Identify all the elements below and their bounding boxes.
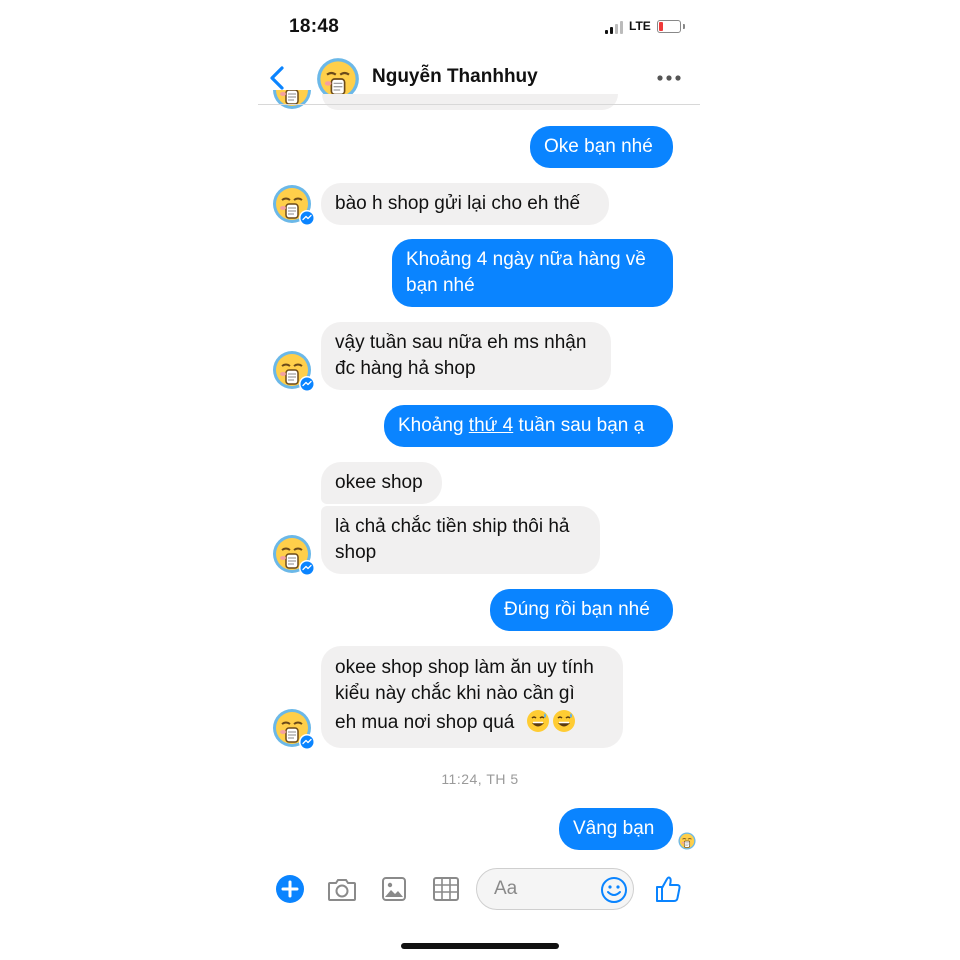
message-input-placeholder: Aa	[494, 878, 518, 899]
messenger-badge-icon	[299, 734, 315, 750]
more-dots-icon[interactable]	[655, 68, 683, 88]
home-indicator[interactable]	[401, 943, 559, 949]
signal-icon	[605, 20, 627, 34]
messenger-badge-icon	[299, 560, 315, 576]
camera-icon[interactable]	[327, 876, 357, 902]
plus-icon[interactable]	[276, 875, 304, 903]
message-bubble-outgoing[interactable]: Oke bạn nhé	[530, 126, 673, 168]
status-time: 18:48	[289, 16, 340, 37]
sweat-smile-emoji-icon	[526, 709, 550, 733]
sticker-grid-icon[interactable]	[432, 876, 460, 902]
photo-icon[interactable]	[381, 876, 407, 902]
date-link[interactable]: thứ 4	[469, 415, 513, 436]
header-divider	[258, 104, 700, 105]
messenger-badge-icon	[299, 210, 315, 226]
like-thumb-icon[interactable]	[654, 874, 682, 904]
message-bubble-incoming[interactable]: okee shop	[321, 462, 442, 504]
battery-icon	[657, 20, 685, 33]
seen-avatar	[678, 832, 696, 850]
message-bubble-incoming[interactable]: vậy tuần sau nữa eh ms nhận đc hàng hả s…	[321, 322, 611, 390]
message-timestamp: 11:24, TH 5	[441, 771, 519, 787]
message-bubble-outgoing[interactable]: Vâng bạn	[559, 808, 673, 850]
message-bubble-outgoing[interactable]: Đúng rồi bạn nhé	[490, 589, 673, 631]
contact-name[interactable]: Nguyễn Thanhhuy	[372, 66, 538, 88]
sweat-smile-emoji-icon	[552, 709, 576, 733]
message-bubble-outgoing[interactable]: Khoảng thứ 4 tuần sau bạn ạ	[384, 405, 673, 447]
message-bubble-incoming[interactable]: là chả chắc tiền ship thôi hả shop	[321, 506, 600, 574]
emoji-icon[interactable]	[600, 876, 628, 904]
previous-message-bubble	[322, 94, 618, 110]
message-bubble-incoming[interactable]: okee shop shop làm ăn uy tính kiểu này c…	[321, 646, 623, 748]
messenger-badge-icon	[299, 376, 315, 392]
network-label: LTE	[629, 19, 651, 33]
sender-avatar	[272, 90, 312, 110]
message-bubble-incoming[interactable]: bào h shop gửi lại cho eh thế	[321, 183, 609, 225]
message-bubble-outgoing[interactable]: Khoảng 4 ngày nữa hàng về bạn nhé	[392, 239, 673, 307]
